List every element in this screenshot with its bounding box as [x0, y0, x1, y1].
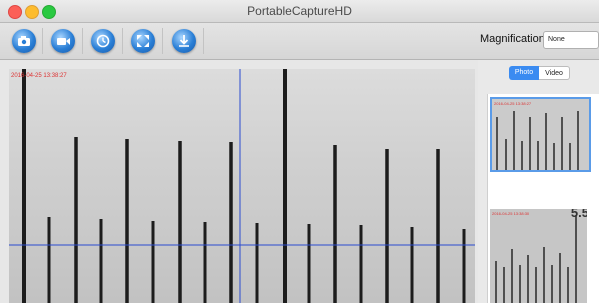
gallery-panel: Photo Video 2016-04-25 13:38:27 2016-04-… [478, 60, 599, 303]
toolbar-separator [203, 28, 204, 54]
thumbnail-scale-number: 5.5 [570, 209, 587, 220]
toolbar-separator [122, 28, 123, 54]
capture-photo-button[interactable] [12, 29, 36, 53]
timer-button[interactable] [91, 29, 115, 53]
tab-video[interactable]: Video [539, 66, 570, 80]
thumbnail-timestamp: 2016-04-25 13:38:30 [492, 211, 530, 216]
record-video-icon [57, 38, 70, 45]
magnification-label: Magnification: [480, 33, 548, 45]
tab-photo[interactable]: Photo [509, 66, 539, 80]
magnification-select[interactable]: None [543, 31, 599, 49]
thumbnail-list[interactable]: 2016-04-25 13:38:27 2016-04-25 13:38:30 … [487, 94, 599, 303]
capture-photo-icon [18, 36, 30, 46]
thumbnail-item[interactable]: 2016-04-25 13:38:30 5.5 [490, 209, 587, 303]
thumbnail-item[interactable]: 2016-04-25 13:38:27 [490, 97, 591, 172]
thumbnail-image [492, 99, 589, 170]
download-button[interactable] [172, 29, 196, 53]
toolbar-separator [82, 28, 83, 54]
download-icon [179, 35, 189, 47]
toolbar-separator [162, 28, 163, 54]
timer-icon [96, 34, 110, 48]
window-title: PortableCaptureHD [247, 4, 352, 18]
ruler-image [9, 69, 475, 303]
toolbar-separator [42, 28, 43, 54]
thumbnail-timestamp: 2016-04-25 13:38:27 [494, 101, 532, 106]
fullscreen-icon [137, 35, 149, 47]
thumbnail-image [490, 209, 587, 303]
fullscreen-button[interactable] [131, 29, 155, 53]
title-bar: PortableCaptureHD [0, 0, 599, 23]
preview-timestamp: 2016-04-25 13:38:27 [11, 73, 67, 79]
toolbar: Magnification: None [0, 23, 599, 60]
record-video-button[interactable] [51, 29, 75, 53]
camera-preview[interactable]: 2016-04-25 13:38:27 [9, 69, 475, 303]
